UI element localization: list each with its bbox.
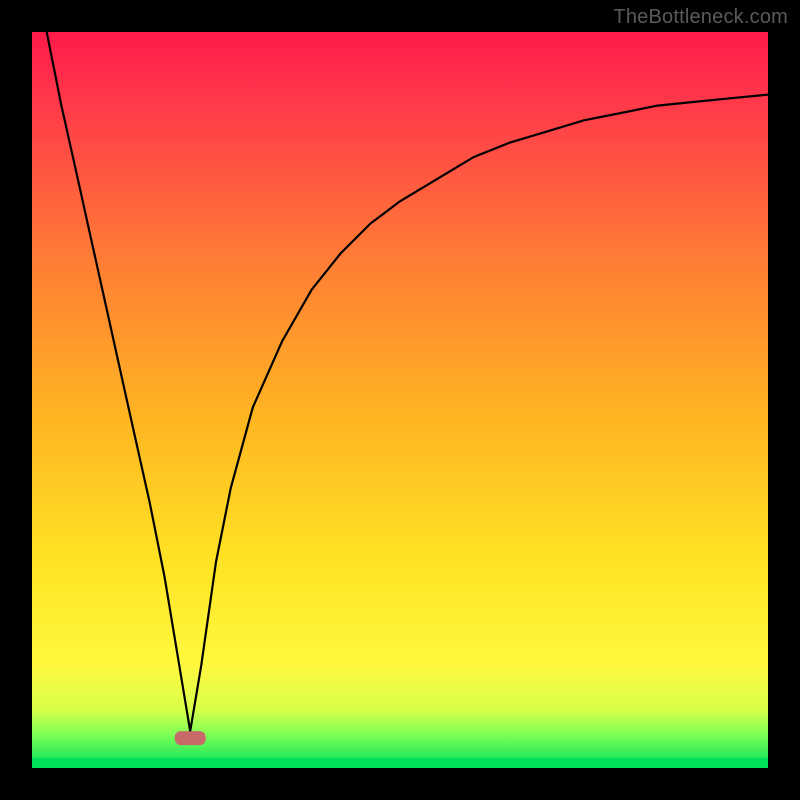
watermark-text: TheBottleneck.com: [613, 6, 788, 29]
chart-frame: TheBottleneck.com: [0, 0, 800, 800]
gradient-bg: [32, 32, 768, 768]
plot-area: [32, 32, 768, 768]
green-band: [32, 758, 768, 768]
chart-svg: [0, 0, 800, 800]
optimum-marker: [175, 731, 206, 745]
